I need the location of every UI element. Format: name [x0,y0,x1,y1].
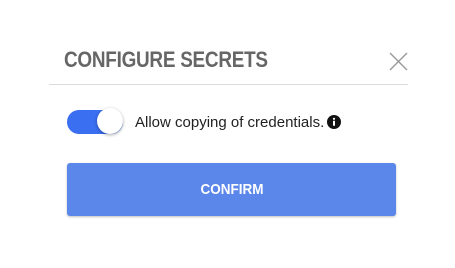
configure-secrets-dialog: CONFIGURE SECRETS Allow copying of crede… [0,0,455,268]
close-icon[interactable] [388,51,409,72]
allow-copy-setting: Allow copying of credentials. [67,108,342,136]
confirm-button-label: CONFIRM [200,181,263,198]
allow-copy-label: Allow copying of credentials. [135,113,325,131]
header-divider [49,84,408,85]
info-icon[interactable] [327,115,342,129]
toggle-thumb [97,108,123,134]
dialog-title: CONFIGURE SECRETS [64,47,268,72]
allow-copy-toggle[interactable] [67,108,123,136]
confirm-button[interactable]: CONFIRM [67,163,396,216]
